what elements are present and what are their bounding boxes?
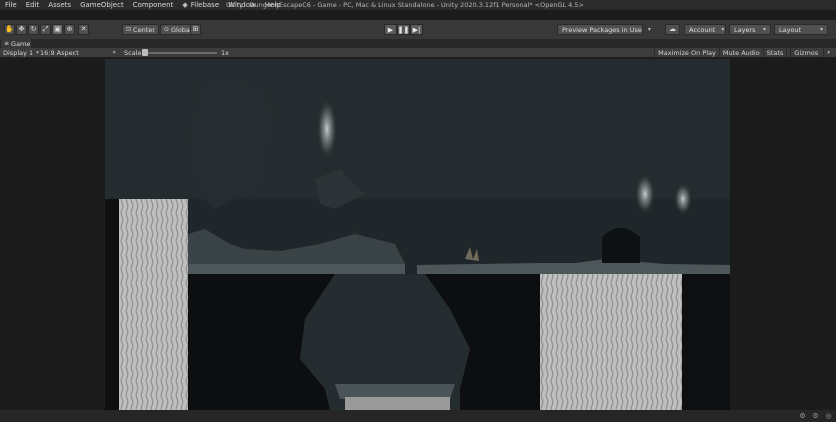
menu-file[interactable]: File (5, 1, 17, 9)
stats-toggle[interactable]: Stats (762, 48, 787, 58)
transform-icon: ⊕ (66, 25, 73, 33)
grid-snap-button[interactable]: ⊞ (190, 24, 201, 35)
collab-icon[interactable]: ⚙ (811, 412, 820, 420)
exit-door (602, 228, 640, 263)
window-title: Unity - DungeonEscapeC6 - Game - PC, Mac… (226, 1, 584, 9)
account-group: ☁ Account ▾ Layers ▾ Layout ▾ (665, 24, 828, 35)
light-shaft (635, 174, 655, 214)
cloud-button[interactable]: ☁ (665, 24, 680, 35)
preview-packages-label: Preview Packages in Use (562, 25, 642, 34)
pivot-center-label: Center (133, 25, 155, 34)
hand-tool-button[interactable]: ✋ (4, 24, 15, 35)
preview-packages-dropdown[interactable]: Preview Packages in Use ▾ (557, 24, 651, 35)
packages-group: Preview Packages in Use ▾ (557, 24, 651, 35)
menu-assets[interactable]: Assets (48, 1, 71, 9)
transform-tools: ✋ ✥ ↻ ⤢ ▣ ⊕ ✕ (4, 24, 90, 35)
play-button[interactable]: ▶ (384, 24, 397, 35)
menu-filebase-label: Filebase (190, 1, 220, 9)
pivot-toggles: ⊡ Center ⊙ Global (122, 24, 197, 35)
scale-slider-handle[interactable] (142, 49, 148, 56)
account-dropdown[interactable]: Account ▾ (684, 24, 726, 35)
chevron-down-icon: ▾ (36, 50, 39, 56)
menu-component[interactable]: Component (133, 1, 174, 9)
game-scene-render (105, 59, 730, 410)
chevron-down-icon: ▾ (762, 26, 766, 33)
chevron-down-icon: ▾ (819, 26, 823, 33)
layers-label: Layers (734, 25, 756, 34)
chevron-down-icon: ▾ (721, 26, 725, 33)
move-tool-button[interactable]: ✥ (16, 24, 27, 35)
right-waterfall (540, 274, 682, 410)
light-shaft (674, 183, 692, 215)
pause-button[interactable]: ❚❚ (397, 24, 410, 35)
transform-tool-button[interactable]: ⊕ (64, 24, 75, 35)
scale-value: 1x (221, 49, 229, 57)
custom-tool-button[interactable]: ✕ (78, 24, 89, 35)
main-toolbar: ✋ ✥ ↻ ⤢ ▣ ⊕ ✕ ⊡ Center ⊙ Global ⊞ ▶ ❚❚ ▶| … (0, 20, 836, 39)
play-controls: ▶ ❚❚ ▶| (384, 24, 423, 35)
menu-gameobject[interactable]: GameObject (80, 1, 124, 9)
layout-dropdown[interactable]: Layout ▾ (774, 24, 828, 35)
step-icon: ▶| (412, 25, 421, 34)
tools-icon: ✕ (80, 25, 87, 33)
cloud-icon: ☁ (669, 25, 676, 33)
display-label: Display 1 (3, 49, 34, 57)
layout-label: Layout (779, 25, 802, 34)
step-button[interactable]: ▶| (410, 24, 423, 35)
left-waterfall (119, 199, 188, 410)
maximize-on-play-toggle[interactable]: Maximize On Play (654, 48, 719, 58)
chevron-down-icon: ▾ (647, 26, 651, 33)
left-cliff (105, 199, 119, 410)
scale-slider-track[interactable] (145, 52, 217, 54)
status-bar: ⚙ ⚙ ◎ (0, 410, 836, 422)
light-shaft (317, 99, 337, 159)
snap-group: ⊞ (190, 24, 202, 35)
scale-icon: ⤢ (42, 25, 49, 33)
menu-edit[interactable]: Edit (26, 1, 40, 9)
rotate-icon: ↻ (30, 25, 37, 33)
game-view-toolbar: Display 1 ▾ 16:9 Aspect ▾ Scale 1x Maximiz… (0, 48, 836, 58)
pause-icon: ❚❚ (397, 25, 410, 34)
rect-icon: ▣ (54, 25, 61, 33)
aspect-label: 16:9 Aspect (40, 49, 79, 57)
chevron-down-icon: ▾ (112, 50, 116, 56)
filebase-icon: ◆ (182, 1, 188, 9)
gizmos-dropdown[interactable]: Gizmos ▾ (786, 48, 836, 58)
grid-icon: ⊞ (192, 25, 199, 33)
spikes (345, 397, 450, 410)
rect-tool-button[interactable]: ▣ (52, 24, 63, 35)
pivot-icon: ⊡ (126, 26, 132, 33)
move-icon: ✥ (18, 25, 25, 33)
tab-game[interactable]: ≡ Game (1, 39, 31, 48)
display-dropdown[interactable]: Display 1 ▾ (3, 48, 39, 58)
title-bar: File Edit Assets GameObject Component ◆ F… (0, 0, 836, 10)
rotate-tool-button[interactable]: ↻ (28, 24, 39, 35)
scale-tool-button[interactable]: ⤢ (40, 24, 51, 35)
mute-audio-toggle[interactable]: Mute Audio (718, 48, 763, 58)
chevron-down-icon: ▾ (823, 48, 833, 58)
menu-filebase[interactable]: ◆ Filebase (182, 1, 219, 9)
pivot-center-toggle[interactable]: ⊡ Center (122, 24, 159, 35)
status-icons: ⚙ ⚙ ◎ (794, 412, 833, 420)
scale-label: Scale (124, 49, 142, 57)
game-viewport[interactable] (0, 59, 836, 410)
layers-dropdown[interactable]: Layers ▾ (729, 24, 771, 35)
dungeon-scene-image (105, 59, 730, 410)
aspect-dropdown[interactable]: 16:9 Aspect ▾ (40, 48, 116, 58)
pivot-global-label: Global (170, 25, 192, 34)
tab-game-label: Game (11, 39, 31, 48)
tab-bar: ≡ Game (0, 39, 836, 48)
lighting-icon[interactable]: ⚙ (798, 412, 807, 420)
globe-icon: ⊙ (163, 26, 169, 33)
network-icon[interactable]: ◎ (824, 412, 833, 420)
play-icon: ▶ (387, 25, 394, 34)
gizmos-label: Gizmos (790, 48, 821, 58)
game-view-options: Maximize On Play Mute Audio Stats Gizmos… (654, 48, 836, 58)
hand-icon: ✋ (5, 25, 14, 33)
game-controller-icon: ≡ (4, 40, 10, 47)
account-label: Account (689, 25, 716, 34)
right-cliff (682, 274, 730, 410)
